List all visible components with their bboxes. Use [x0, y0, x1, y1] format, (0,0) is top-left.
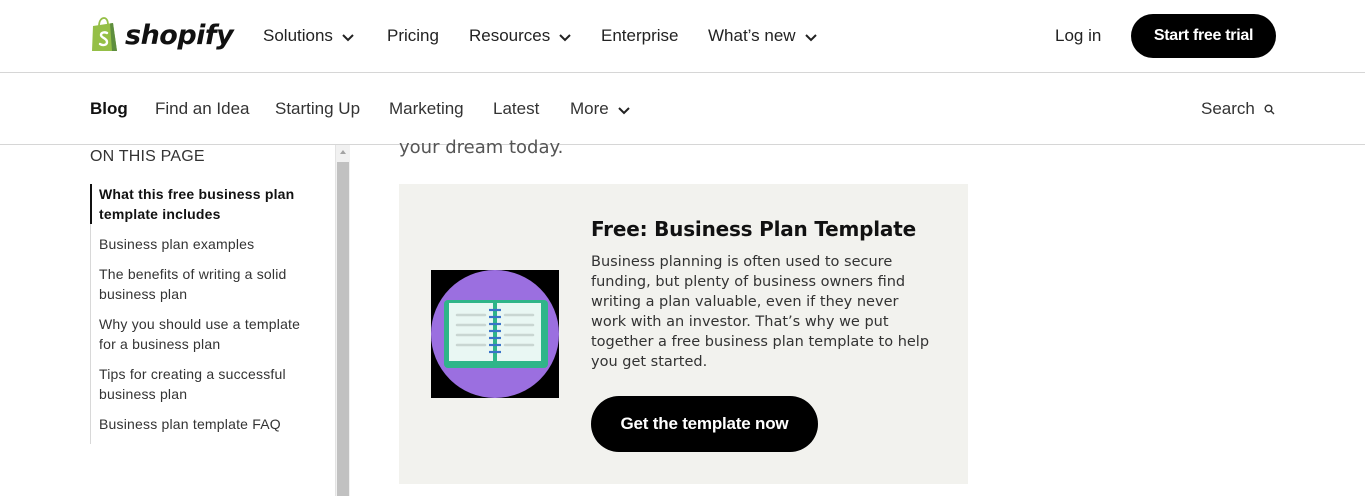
nav-pricing-label: Pricing — [387, 26, 439, 45]
toc-item-active[interactable]: What this free business plan template in… — [90, 184, 320, 224]
chevron-down-icon — [804, 33, 817, 41]
article-paragraph-fragment: your dream today. — [399, 137, 564, 158]
toc-item[interactable]: Why you should use a template for a busi… — [91, 314, 320, 354]
subnav-starting-up[interactable]: Starting Up — [275, 99, 360, 119]
shopify-logo[interactable]: shopify — [90, 17, 234, 53]
logo-wordmark: shopify — [125, 19, 234, 51]
subnav-find-an-idea[interactable]: Find an Idea — [155, 99, 250, 119]
subnav-marketing[interactable]: Marketing — [389, 99, 464, 119]
top-navigation: shopify Solutions Pricing Resources Ente… — [0, 0, 1365, 73]
nav-resources-label: Resources — [469, 26, 551, 45]
nav-whats-new[interactable]: What’s new — [708, 26, 817, 46]
toc-item[interactable]: The benefits of writing a solid business… — [91, 264, 320, 304]
blog-search-button[interactable]: Search — [1201, 99, 1275, 119]
open-notebook-icon — [431, 270, 559, 398]
nav-resources[interactable]: Resources — [469, 26, 571, 46]
card-description: Business planning is often used to secur… — [591, 254, 930, 370]
nav-enterprise[interactable]: Enterprise — [601, 26, 678, 46]
chevron-down-icon — [559, 33, 571, 41]
subnav-more-label: More — [570, 99, 609, 118]
nav-solutions-label: Solutions — [263, 26, 333, 45]
subnav-more[interactable]: More — [570, 99, 630, 119]
scrollbar-thumb[interactable] — [337, 162, 349, 496]
chevron-down-icon — [618, 106, 630, 114]
toc-item[interactable]: Business plan template FAQ — [91, 414, 320, 434]
toc-list: What this free business plan template in… — [90, 184, 320, 444]
toc-item[interactable]: Tips for creating a successful business … — [91, 364, 320, 404]
search-icon — [1264, 104, 1275, 114]
get-template-button[interactable]: Get the template now — [591, 396, 818, 452]
search-label: Search — [1201, 99, 1255, 118]
start-free-trial-button[interactable]: Start free trial — [1131, 14, 1276, 58]
toc-item[interactable]: Business plan examples — [91, 234, 320, 254]
toc-scrollbar[interactable] — [335, 145, 350, 496]
template-promo-card: Free: Business Plan Template Business pl… — [399, 184, 968, 484]
scroll-up-arrow-icon[interactable] — [340, 150, 346, 154]
nav-pricing[interactable]: Pricing — [387, 26, 439, 46]
card-title: Free: Business Plan Template — [591, 217, 916, 241]
notebook-thumbnail — [431, 270, 559, 398]
login-link[interactable]: Log in — [1055, 26, 1101, 46]
subnav-blog[interactable]: Blog — [90, 99, 128, 119]
nav-solutions[interactable]: Solutions — [263, 26, 354, 46]
toc-title: ON THIS PAGE — [90, 148, 205, 165]
chevron-down-icon — [342, 33, 354, 41]
nav-whats-new-label: What’s new — [708, 26, 796, 45]
subnav-latest[interactable]: Latest — [493, 99, 539, 119]
blog-subnav: Blog Find an Idea Starting Up Marketing … — [0, 73, 1365, 145]
shopify-bag-icon — [92, 17, 117, 51]
nav-enterprise-label: Enterprise — [601, 26, 679, 45]
